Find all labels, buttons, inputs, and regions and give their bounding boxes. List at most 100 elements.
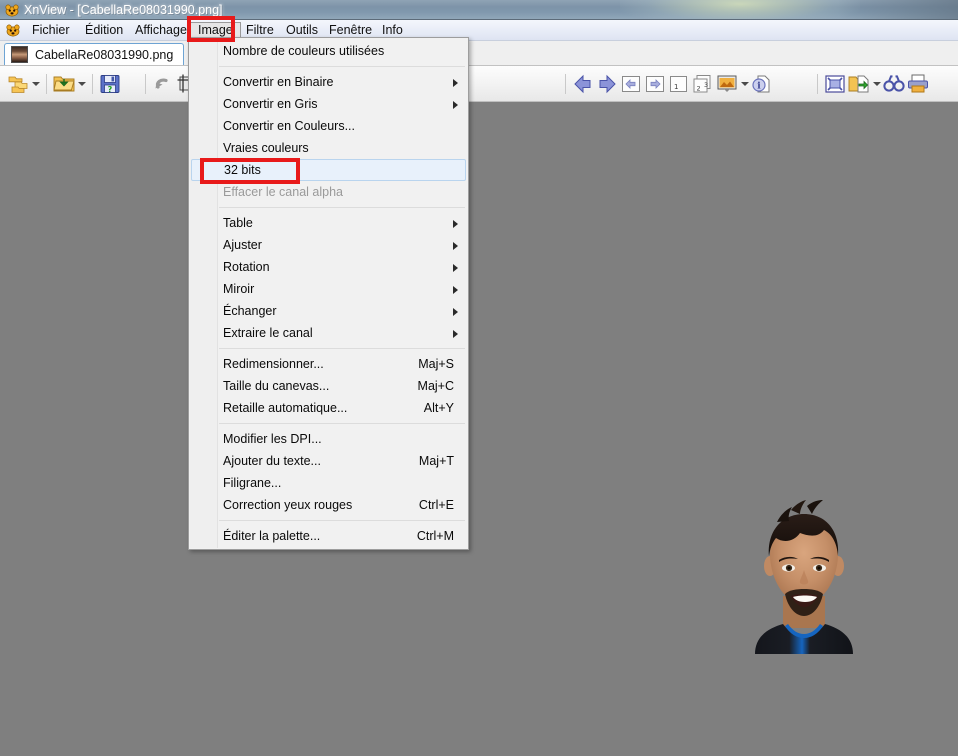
image-info-icon[interactable]: i [750, 72, 774, 96]
browser-icon[interactable] [6, 72, 30, 96]
svg-text:3: 3 [704, 81, 708, 89]
browser-dropdown-arrow[interactable] [30, 72, 41, 96]
menuitem-label: Ajouter du texte... [223, 454, 321, 468]
image-dropdown-menu[interactable]: Nombre de couleurs utilisées Convertir e… [188, 37, 469, 550]
svg-text:?: ? [108, 85, 113, 94]
menuitem-modifier-les-dpi[interactable]: Modifier les DPI... [189, 428, 468, 450]
menuitem-label: Convertir en Couleurs... [223, 119, 356, 133]
submenu-arrow-icon [453, 79, 458, 87]
tab-strip: CabellaRe08031990.png [0, 41, 958, 66]
menuitem-nombre-de-couleurs-utilisees[interactable]: Nombre de couleurs utilisées [189, 40, 468, 62]
find-icon[interactable] [882, 72, 906, 96]
menuitem-convertir-en-couleurs[interactable]: Convertir en Couleurs... [189, 115, 468, 137]
submenu-arrow-icon [453, 242, 458, 250]
menu-edition[interactable]: Édition [78, 22, 130, 39]
fullscreen-dropdown-arrow[interactable] [739, 72, 750, 96]
next-image-icon[interactable] [595, 72, 619, 96]
fit-to-window-icon[interactable] [823, 72, 847, 96]
menuitem-label: Échanger [223, 304, 277, 318]
toolbar-separator [46, 74, 47, 94]
menuitem-ajuster[interactable]: Ajuster [189, 234, 468, 256]
last-image-icon[interactable] [643, 72, 667, 96]
open-folder-dropdown-arrow[interactable] [76, 72, 87, 96]
menu-separator [219, 520, 465, 521]
menuitem-label: Retaille automatique... [223, 401, 348, 415]
menuitem-label: Ajuster [223, 238, 262, 252]
menuitem-label: 32 bits [224, 163, 261, 177]
menuitem-echanger[interactable]: Échanger [189, 300, 468, 322]
open-folder-icon[interactable] [52, 72, 76, 96]
menuitem-32-bits[interactable]: 32 bits [191, 159, 466, 181]
menuitem-label: Taille du canevas... [223, 379, 330, 393]
previous-image-icon[interactable] [571, 72, 595, 96]
titlebar-shade [838, 0, 958, 20]
svg-text:i: i [757, 82, 761, 92]
submenu-arrow-icon [453, 264, 458, 272]
toolbar-tools-group [812, 72, 930, 96]
submenu-arrow-icon [453, 286, 458, 294]
menu-separator [219, 423, 465, 424]
menuitem-shortcut: Maj+T [418, 454, 454, 468]
window-title-text: XnView - [CabellaRe08031990.png] [24, 3, 223, 17]
menuitem-vraies-couleurs[interactable]: Vraies couleurs [189, 137, 468, 159]
menuitem-shortcut: Ctrl+M [416, 529, 454, 543]
submenu-arrow-icon [453, 101, 458, 109]
toolbar-separator [92, 74, 93, 94]
menuitem-editer-la-palette[interactable]: Éditer la palette... Ctrl+M [189, 525, 468, 547]
menuitem-taille-du-canevas[interactable]: Taille du canevas... Maj+C [189, 375, 468, 397]
page-previous-icon[interactable]: 1 [667, 72, 691, 96]
toolbar-navigation-group: 1 3 2 i [560, 72, 774, 96]
menuitem-miroir[interactable]: Miroir [189, 278, 468, 300]
menu-affichage[interactable]: Affichage [128, 22, 194, 39]
toolbar-separator [817, 74, 818, 94]
titlebar-glow [620, 0, 860, 20]
page-next-icon[interactable]: 3 2 [691, 72, 715, 96]
menuitem-ajouter-du-texte[interactable]: Ajouter du texte... Maj+T [189, 450, 468, 472]
svg-text:2: 2 [697, 85, 701, 93]
svg-text:1: 1 [674, 83, 678, 91]
print-icon[interactable] [906, 72, 930, 96]
batch-convert-dropdown-arrow[interactable] [871, 72, 882, 96]
toolbar-file-group: ? [6, 72, 122, 96]
menuitem-shortcut: Maj+S [418, 357, 454, 371]
menuitem-label: Extraire le canal [223, 326, 313, 340]
menuitem-extraire-le-canal[interactable]: Extraire le canal [189, 322, 468, 344]
submenu-arrow-icon [453, 220, 458, 228]
menuitem-shortcut: Ctrl+E [418, 498, 454, 512]
menuitem-convertir-en-gris[interactable]: Convertir en Gris [189, 93, 468, 115]
menuitem-filigrane[interactable]: Filigrane... [189, 472, 468, 494]
menuitem-convertir-en-binaire[interactable]: Convertir en Binaire [189, 71, 468, 93]
image-thumbnail [11, 46, 28, 63]
menu-separator [219, 348, 465, 349]
menuitem-label: Éditer la palette... [223, 529, 321, 543]
menuitem-label: Effacer le canal alpha [223, 185, 343, 199]
portrait-photo [725, 498, 883, 654]
menuitem-label: Nombre de couleurs utilisées [223, 44, 385, 58]
first-image-icon[interactable] [619, 72, 643, 96]
menuitem-label: Miroir [223, 282, 255, 296]
menuitem-label: Filigrane... [223, 476, 282, 490]
fullscreen-icon[interactable] [715, 72, 739, 96]
toolbar-separator [145, 74, 146, 94]
menu-separator [219, 66, 465, 67]
menuitem-redimensionner[interactable]: Redimensionner... Maj+S [189, 353, 468, 375]
menuitem-label: Table [223, 216, 253, 230]
menuitem-table[interactable]: Table [189, 212, 468, 234]
save-icon[interactable]: ? [98, 72, 122, 96]
batch-convert-icon[interactable] [847, 72, 871, 96]
image-canvas[interactable] [0, 102, 958, 756]
menuitem-label: Vraies couleurs [223, 141, 309, 155]
menuitem-rotation[interactable]: Rotation [189, 256, 468, 278]
menuitem-effacer-le-canal-alpha: Effacer le canal alpha [189, 181, 468, 203]
menuitem-correction-yeux-rouges[interactable]: Correction yeux rouges Ctrl+E [189, 494, 468, 516]
menu-separator [219, 207, 465, 208]
submenu-arrow-icon [453, 330, 458, 338]
menu-fichier[interactable]: Fichier [25, 22, 77, 39]
menu-bar: Fichier Édition Affichage Image Filtre O… [0, 20, 958, 41]
menuitem-shortcut: Maj+C [417, 379, 454, 393]
menuitem-label: Convertir en Binaire [223, 75, 334, 89]
undo-icon[interactable] [151, 72, 175, 96]
tab-cabellare[interactable]: CabellaRe08031990.png [4, 43, 185, 65]
menuitem-label: Redimensionner... [223, 357, 324, 371]
menuitem-retaille-automatique[interactable]: Retaille automatique... Alt+Y [189, 397, 468, 419]
